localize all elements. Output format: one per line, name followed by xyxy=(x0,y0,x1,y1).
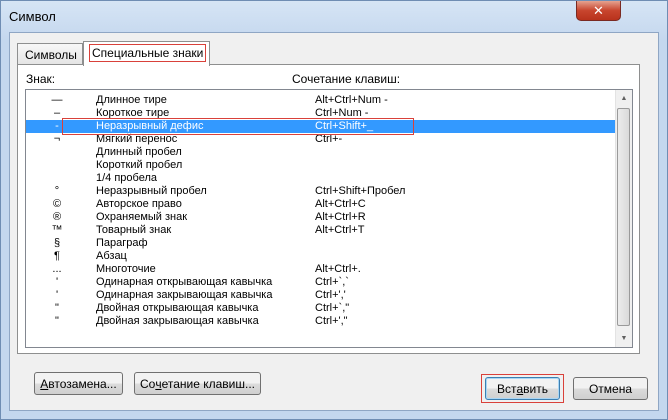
column-header-sign: Знак: xyxy=(26,72,56,86)
list-item[interactable]: ® Охраняемый знак Alt+Ctrl+R xyxy=(26,211,616,224)
list-item-symbol: " xyxy=(55,315,59,327)
list-item-symbol: ¶ xyxy=(54,250,60,262)
list-item-symbol: - xyxy=(55,120,59,132)
list-item-name: Товарный знак xyxy=(96,224,172,236)
tab-symbols-label: Символы xyxy=(25,48,77,62)
list-item[interactable]: © Авторское право Alt+Ctrl+C xyxy=(26,198,616,211)
list-item-shortcut: Ctrl+- xyxy=(315,133,343,145)
list-item-symbol: § xyxy=(53,237,61,249)
list-item-shortcut: Ctrl+`,` xyxy=(315,276,349,288)
vertical-scrollbar[interactable]: ▲ ▼ xyxy=(615,90,632,347)
list-item[interactable]: ¶ Абзац xyxy=(26,250,616,263)
list-item-name: Абзац xyxy=(96,250,127,262)
list-item-name: Длинное тире xyxy=(96,94,167,106)
list-item-shortcut: Ctrl+Shift+Пробел xyxy=(315,185,406,197)
symbol-dialog: Символ ✕ Символы Специальные знаки Знак:… xyxy=(0,0,668,420)
list-item[interactable]: ' Одинарная открывающая кавычка Ctrl+`,` xyxy=(26,276,616,289)
shortcut-key-button[interactable]: Со ч етание клавиш... xyxy=(134,372,261,395)
autocorrect-label: втозамена... xyxy=(48,376,117,391)
list-item-shortcut: Alt+Ctrl+R xyxy=(315,211,366,223)
tab-special-characters-label: Специальные знаки xyxy=(88,44,207,62)
column-header-shortcut: Сочетание клавиш: xyxy=(292,72,401,86)
list-item-name: Многоточие xyxy=(96,263,156,275)
list-item-name: Одинарная закрывающая кавычка xyxy=(96,289,273,301)
list-item[interactable]: § Параграф xyxy=(26,237,616,250)
list-item-name: Неразрывный дефис xyxy=(96,120,204,132)
special-characters-list[interactable]: " Двойная закрывающая кавычка Ctrl+'," " Дво… xyxy=(25,89,633,348)
insert-label-pre: Вст xyxy=(496,381,517,396)
list-item-shortcut: Alt+Ctrl+Num - xyxy=(315,94,388,106)
tab-panel: Знак: Сочетание клавиш: " Двойная закрыва… xyxy=(17,64,640,395)
list-item[interactable]: Длинный пробел xyxy=(26,146,616,159)
list-item-symbol: ... xyxy=(52,263,62,275)
list-item-symbol: – xyxy=(53,107,61,119)
close-button[interactable]: ✕ xyxy=(576,1,621,21)
autocorrect-button[interactable]: Автозамена... xyxy=(34,372,123,395)
insert-label-rest: вить xyxy=(523,381,548,396)
insert-accesskey: а xyxy=(516,381,524,396)
list-item[interactable]: 1/4 пробела xyxy=(26,172,616,185)
list-item[interactable]: ... Многоточие Alt+Ctrl+. xyxy=(26,263,616,276)
tab-special-characters[interactable]: Специальные знаки xyxy=(83,41,210,66)
list-item-symbol: ' xyxy=(55,276,59,288)
list-item-name: Неразрывный пробел xyxy=(96,185,207,197)
list-item-shortcut: Alt+Ctrl+T xyxy=(315,224,365,236)
dialog-body: Символы Специальные знаки Знак: Сочетани… xyxy=(9,32,659,411)
list-item[interactable]: – Короткое тире Ctrl+Num - xyxy=(26,107,616,120)
list-item-symbol: ¬ xyxy=(53,133,61,145)
window-title: Символ xyxy=(9,9,56,24)
list-item[interactable]: Короткий пробел xyxy=(26,159,616,172)
list-item[interactable]: " Двойная открывающая кавычка Ctrl+`," xyxy=(26,302,616,315)
list-item-name: Длинный пробел xyxy=(96,146,182,158)
list-item-name: 1/4 пробела xyxy=(96,172,158,184)
close-icon: ✕ xyxy=(593,3,604,18)
list-item[interactable]: ° Неразрывный пробел Ctrl+Shift+Пробел xyxy=(26,185,616,198)
shortcut-label-pre: Со xyxy=(139,376,156,391)
shortcut-label-rest: етание клавиш... xyxy=(161,376,256,391)
list-item-shortcut: Alt+Ctrl+C xyxy=(315,198,366,210)
list-item-symbol: — xyxy=(51,94,63,106)
list-item[interactable]: - Неразрывный дефис Ctrl+Shift+_ xyxy=(26,120,616,133)
list-item-name: Параграф xyxy=(96,237,148,249)
list-item-name: Авторское право xyxy=(96,198,182,210)
list-item-name: Мягкий перенос xyxy=(96,133,178,145)
insert-button[interactable]: Вст а вить xyxy=(485,377,560,400)
list-item-symbol: ' xyxy=(55,289,59,301)
list-item-name: Короткий пробел xyxy=(96,159,183,171)
list-item-name: Охраняемый знак xyxy=(96,211,188,223)
list-item-shortcut: Ctrl+',' xyxy=(315,289,346,301)
list-item-symbol: © xyxy=(52,198,62,210)
list-item-name: Короткое тире xyxy=(96,107,170,119)
cancel-button[interactable]: Отмена xyxy=(573,377,648,400)
list-item[interactable]: " Двойная закрывающая кавычка Ctrl+'," xyxy=(26,315,616,328)
autocorrect-accesskey: А xyxy=(40,376,49,391)
list-item-name: Одинарная открывающая кавычка xyxy=(96,276,273,288)
title-bar[interactable]: Символ ✕ xyxy=(1,1,667,31)
list-item-symbol: ™ xyxy=(51,224,63,236)
list-item-shortcut: Alt+Ctrl+. xyxy=(315,263,361,275)
list-item-symbol: " xyxy=(55,302,59,314)
tab-symbols[interactable]: Символы xyxy=(17,43,83,65)
list-item-name: Двойная открывающая кавычка xyxy=(96,302,259,314)
list-item-shortcut: Ctrl+'," xyxy=(315,315,348,327)
list-item[interactable]: ™ Товарный знак Alt+Ctrl+T xyxy=(26,224,616,237)
scrollbar-thumb[interactable] xyxy=(617,108,630,326)
list-item[interactable]: ' Одинарная закрывающая кавычка Ctrl+',' xyxy=(26,289,616,302)
list-item-shortcut: Ctrl+`," xyxy=(315,302,350,314)
list-item-shortcut: Ctrl+Shift+_ xyxy=(315,120,374,132)
list-item-symbol: ° xyxy=(54,185,60,197)
list-item-name: Двойная закрывающая кавычка xyxy=(96,315,259,327)
scroll-up-icon[interactable]: ▲ xyxy=(616,90,632,107)
scroll-down-icon[interactable]: ▼ xyxy=(616,330,632,347)
list-item[interactable]: — Длинное тире Alt+Ctrl+Num - xyxy=(26,94,616,107)
list-item[interactable]: ¬ Мягкий перенос Ctrl+- xyxy=(26,133,616,146)
list-item-shortcut: Ctrl+Num - xyxy=(315,107,369,119)
list-item-symbol: ® xyxy=(52,211,62,223)
